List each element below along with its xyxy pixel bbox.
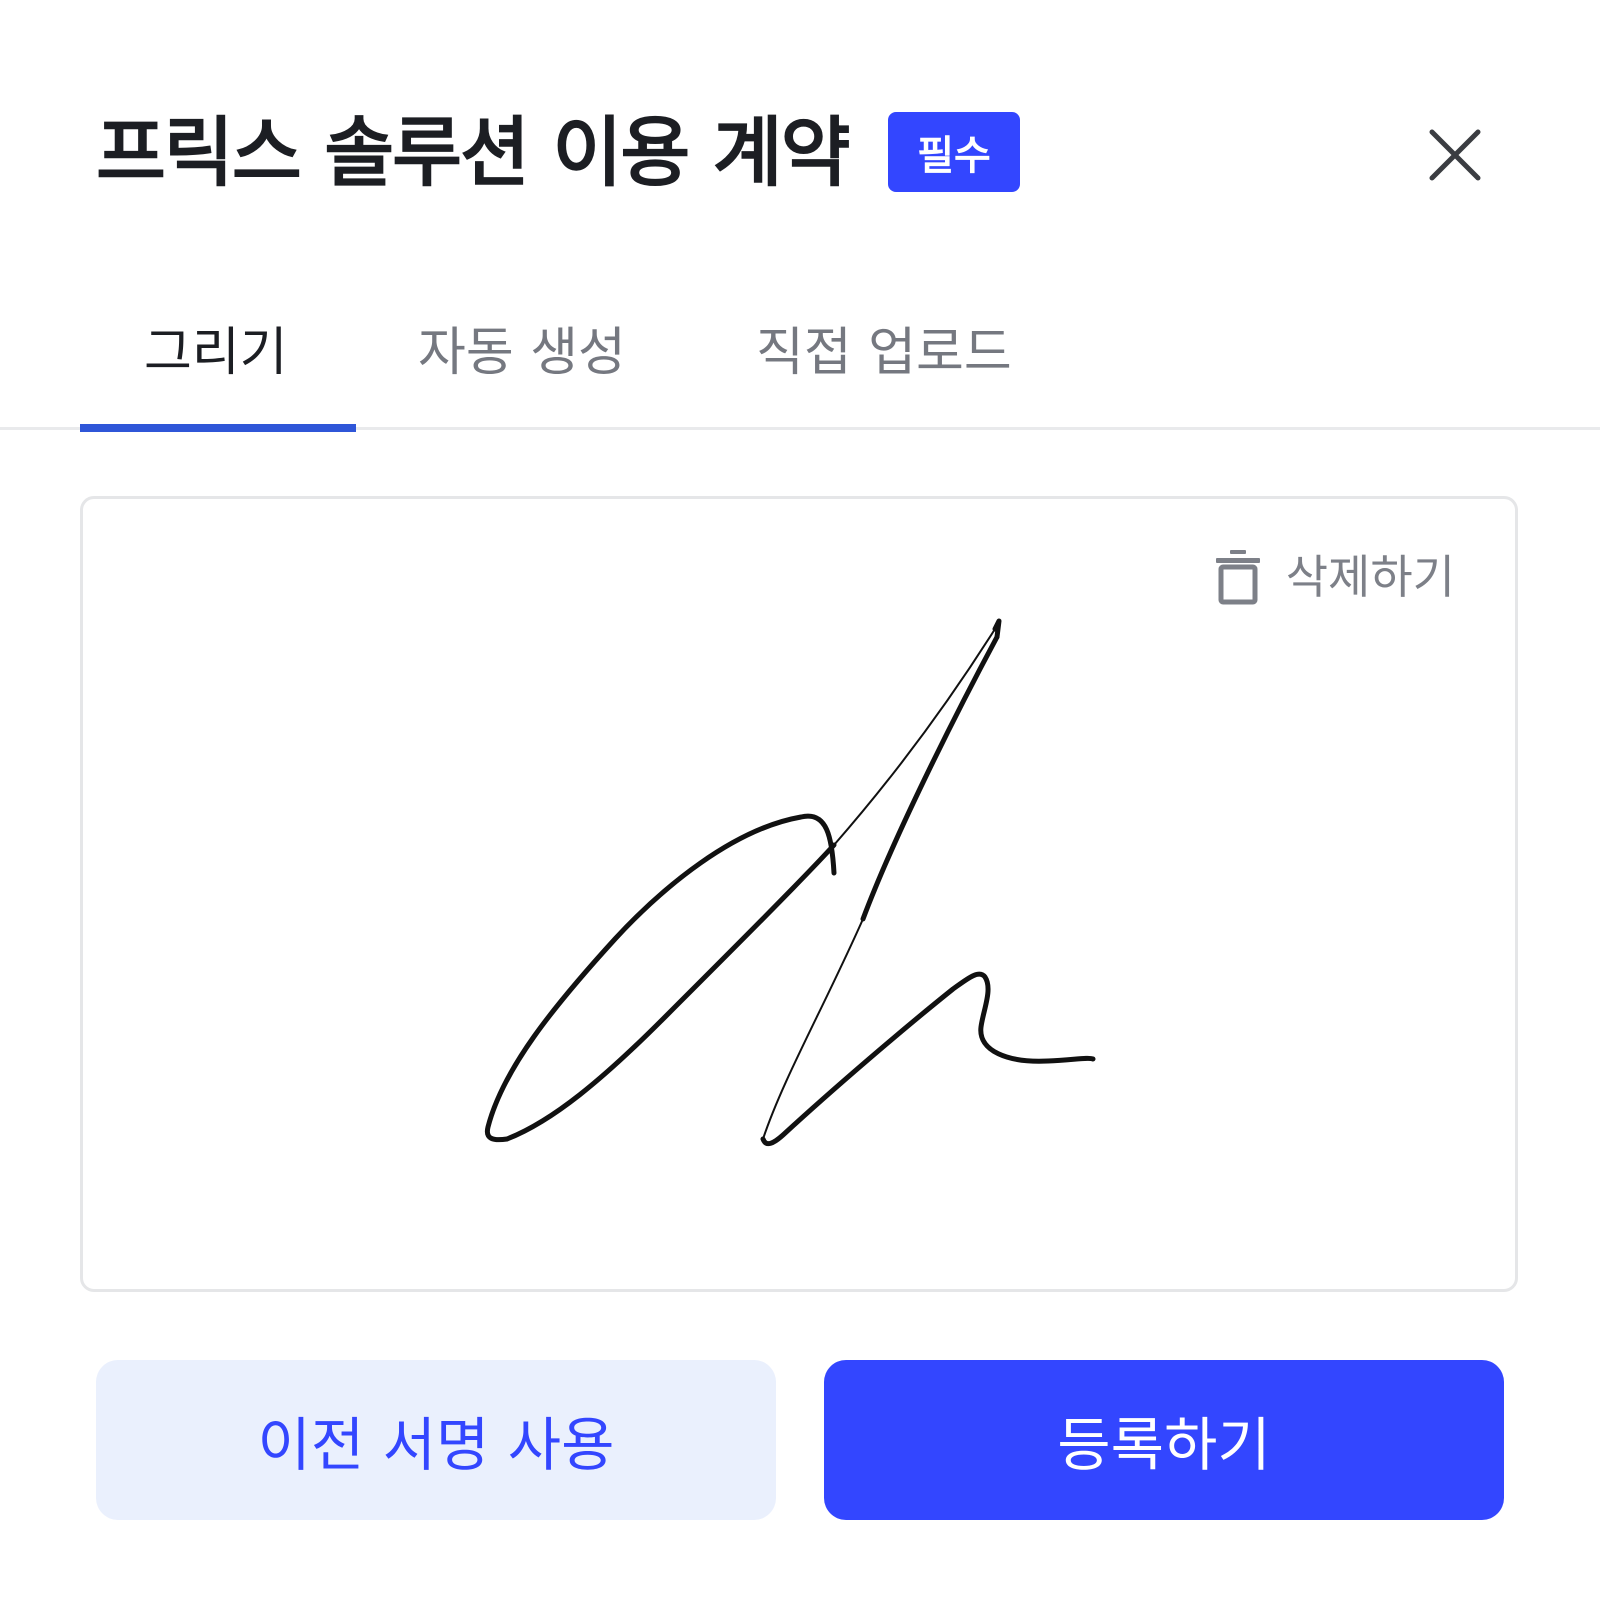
trash-icon [1215, 550, 1260, 605]
close-icon [1429, 129, 1481, 181]
signature-pad[interactable]: 삭제하기 [80, 496, 1518, 1292]
signature-tabs: 그리기 자동 생성 직접 업로드 [0, 300, 1600, 432]
tab-draw[interactable]: 그리기 [144, 318, 288, 388]
active-tab-indicator [80, 424, 356, 432]
register-button[interactable]: 등록하기 [824, 1360, 1504, 1520]
close-button[interactable] [1420, 120, 1490, 190]
signature-drawing [484, 618, 1096, 1147]
delete-label: 삭제하기 [1285, 550, 1455, 604]
tab-auto-generate[interactable]: 자동 생성 [418, 318, 626, 388]
use-previous-signature-button[interactable]: 이전 서명 사용 [96, 1360, 776, 1520]
required-badge: 필수 [888, 112, 1020, 192]
page-title: 프릭스 솔루션 이용 계약 [96, 108, 851, 197]
delete-signature-button[interactable]: 삭제하기 [1212, 547, 1455, 607]
dialog-header: 프릭스 솔루션 이용 계약 필수 [0, 0, 1600, 260]
tab-direct-upload[interactable]: 직접 업로드 [756, 318, 1012, 388]
